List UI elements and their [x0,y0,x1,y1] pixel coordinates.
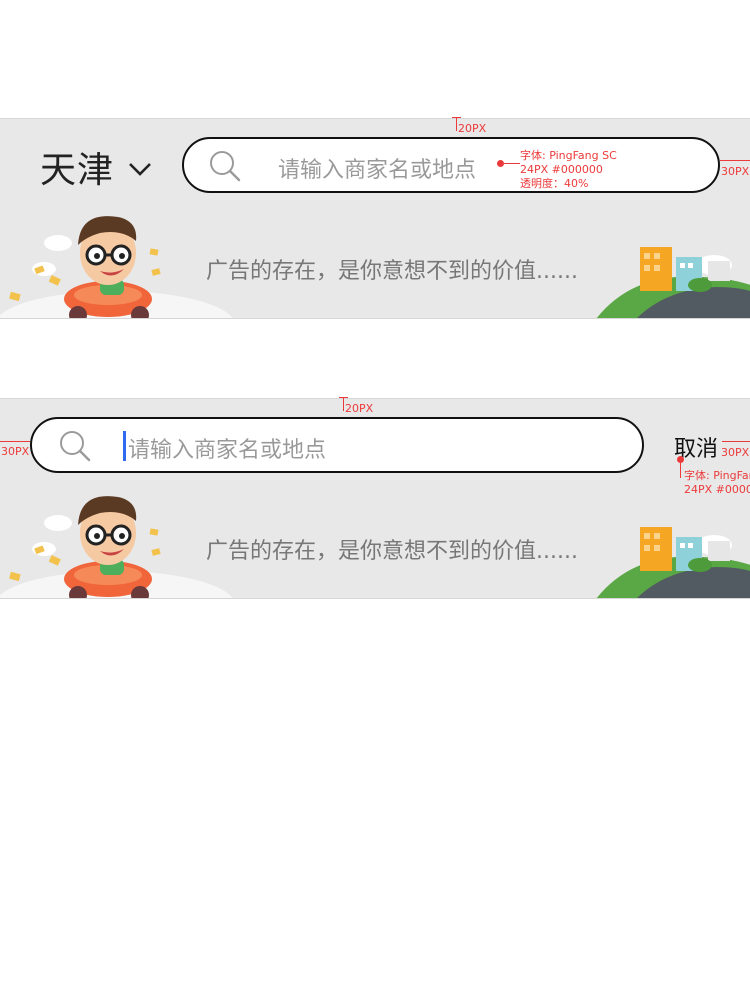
search-input-active[interactable]: 请输入商家名或地点 [30,417,644,473]
font-annotation-1: 字体: PingFang SC [520,149,617,162]
city-buildings-illustration [596,527,750,598]
cancel-font-annotation-2: 24PX #000000 [684,484,750,496]
search-input[interactable]: 请输入商家名或地点 [182,137,720,193]
font-annotation-3: 透明度：40% [520,177,589,190]
cancel-font-annotation-1: 字体: PingFang SC [684,470,750,482]
city-selector[interactable]: 天津 [40,145,152,191]
gap-right-marker [720,160,750,161]
cartoon-driver-illustration [0,216,233,318]
gap-right-label: 30PX [721,165,750,178]
font-annotation-2: 24PX #000000 [520,163,603,176]
chevron-down-icon [129,163,151,176]
city-buildings-illustration [596,247,750,318]
gap-top-marker-cap [339,397,348,398]
gap-top-marker [343,397,344,411]
search-header-active: 请输入商家名或地点 取消 广告的存在，是你意想不到的价值...... [0,398,750,599]
search-icon [60,431,91,462]
gap-left-marker [0,441,30,442]
gap-left-label: 30PX [1,445,30,458]
cancel-font-annotation-line [680,462,681,478]
gap-top-marker-cap [452,117,461,118]
text-cursor [123,431,126,461]
banner-ad-text: 广告的存在，是你意想不到的价值...... [206,259,578,284]
cartoon-driver-illustration [0,496,233,598]
gap-right-marker [722,441,750,442]
gap-top-label: 20PX [458,122,487,135]
city-name: 天津 [40,150,115,191]
font-annotation-line [504,163,520,164]
gap-top-marker [456,117,457,131]
gap-top-label: 20PX [345,402,374,415]
search-header-default: 天津 请输入商家名或地点 广告的存在，是你意想不到的价值...... [0,118,750,319]
search-placeholder: 请输入商家名或地点 [278,158,477,183]
search-icon [210,151,241,182]
search-placeholder: 请输入商家名或地点 [128,438,327,463]
gap-right-label: 30PX [721,446,750,459]
banner-ad-text: 广告的存在，是你意想不到的价值...... [206,539,578,564]
font-annotation-dot [497,160,504,167]
